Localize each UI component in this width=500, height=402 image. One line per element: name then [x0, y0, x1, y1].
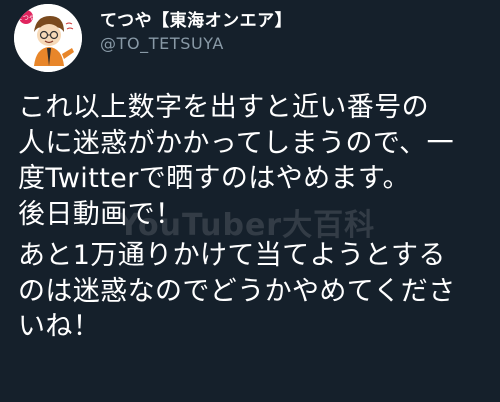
tweet-line: 後日動画で！ — [18, 198, 183, 230]
tweet-line: 人に迷惑がかかってしまうので、一 — [18, 127, 454, 159]
avatar-illustration-icon: てつや — [14, 4, 82, 72]
tweet-text: これ以上数字を出すと近い番号の 人に迷惑がかかってしまうので、一 度Twitte… — [18, 90, 496, 345]
tweet-line: あと1万通りかけて当てようとする — [18, 240, 446, 271]
tweet-line: 度Twitterで晒すのはやめます。 — [18, 163, 410, 194]
avatar[interactable]: てつや — [14, 4, 82, 72]
user-handle[interactable]: @TO_TETSUYA — [100, 34, 224, 53]
tweet-line: これ以上数字を出すと近い番号の — [18, 92, 429, 123]
tweet-card: てつや てつや【東海オンエア】 @TO_TETSUYA これ以上数字を出すと近い… — [0, 0, 500, 402]
tweet-line: のは迷惑なのでどうかやめてくださ — [18, 275, 456, 307]
avatar-badge-text: てつや — [17, 14, 35, 22]
tweet-paragraph: これ以上数字を出すと近い番号の 人に迷惑がかかってしまうので、一 度Twitte… — [18, 90, 496, 232]
tweet-paragraph: あと1万通りかけて当てようとする のは迷惑なのでどうかやめてくださ いね！ — [18, 238, 496, 345]
display-name[interactable]: てつや【東海オンエア】 — [100, 6, 292, 31]
tweet-line: いね！ — [18, 311, 101, 342]
